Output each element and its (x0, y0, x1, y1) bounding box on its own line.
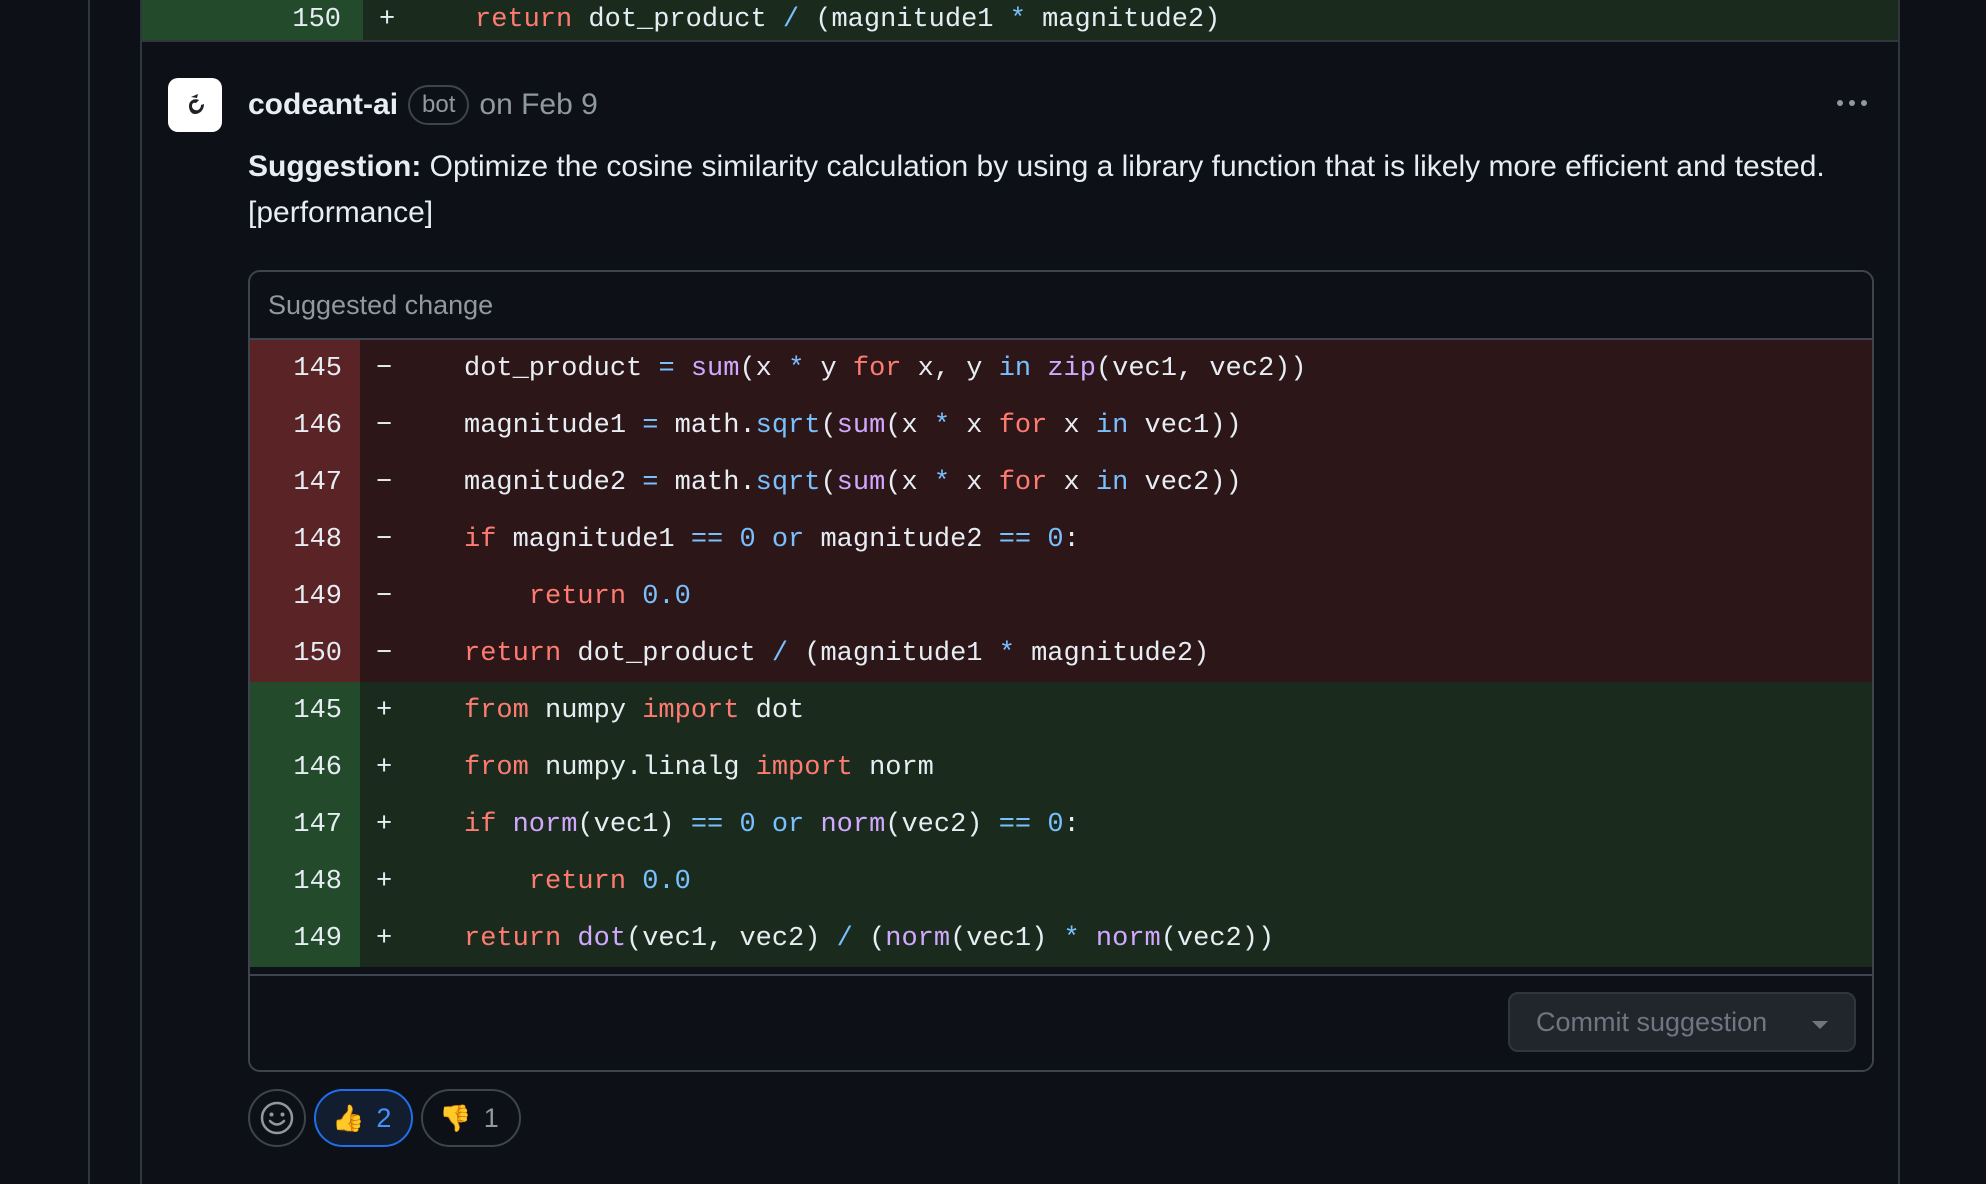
thumbs-up-icon: 👍 (332, 1102, 365, 1133)
diff-marker: + (379, 5, 396, 35)
comment-date[interactable]: on Feb 9 (479, 88, 597, 122)
diff-marker: − (376, 410, 393, 441)
review-thread: 150 + return dot_product / (magnitude1 *… (140, 0, 1900, 1184)
diff-line-removed: 146 − magnitude1 = math.sqrt(sum(x * x f… (250, 397, 1872, 454)
thumbs-down-icon: 👎 (439, 1102, 472, 1133)
reactions-bar: 👍 2 👎 1 (248, 1089, 521, 1147)
suggestion-label: Suggestion: (248, 150, 422, 183)
comment-body: Suggestion: Optimize the cosine similari… (248, 144, 1874, 236)
line-number: 146 (250, 397, 360, 454)
line-number: 150 (250, 625, 360, 682)
smiley-icon (260, 1101, 294, 1135)
commit-suggestion-label: Commit suggestion (1536, 1006, 1768, 1037)
code-line: magnitude1 = math.sqrt(sum(x * x for x i… (464, 410, 1242, 441)
line-number: 149 (250, 568, 360, 625)
line-number: 145 (250, 340, 360, 397)
diff-marker: + (376, 809, 393, 840)
comment-header: codeant-ai bot on Feb 9 (248, 84, 598, 126)
diff-context-row: 150 + return dot_product / (magnitude1 *… (142, 0, 1898, 42)
diff-marker: + (376, 923, 393, 954)
diff-marker: + (376, 866, 393, 897)
diff-marker: − (376, 638, 393, 669)
line-number: 148 (250, 853, 360, 910)
code-line: return dot_product / (magnitude1 * magni… (475, 5, 1221, 35)
diff-marker: − (376, 467, 393, 498)
thumbs-down-count: 1 (483, 1102, 499, 1133)
diff-line-added: 146 + from numpy.linalg import norm (250, 739, 1872, 796)
diff-line-added: 149 + return dot(vec1, vec2) / (norm(vec… (250, 910, 1872, 967)
diff-marker: − (376, 524, 393, 555)
code-line: if norm(vec1) == 0 or norm(vec2) == 0: (464, 809, 1080, 840)
thumbs-down-reaction[interactable]: 👎 1 (421, 1089, 521, 1147)
suggested-change-title: Suggested change (250, 272, 1872, 340)
line-number: 146 (250, 739, 360, 796)
code-line: from numpy import dot (464, 695, 805, 726)
triangle-down-icon[interactable] (1812, 1021, 1828, 1029)
diff-line-added: 147 + if norm(vec1) == 0 or norm(vec2) =… (250, 796, 1872, 853)
diff-marker: − (376, 353, 393, 384)
code-line: return 0.0 (528, 581, 691, 612)
timeline-rule (88, 0, 90, 1184)
more-options-button[interactable] (1830, 88, 1874, 118)
add-reaction-button[interactable] (248, 1089, 306, 1147)
diff-line-removed: 147 − magnitude2 = math.sqrt(sum(x * x f… (250, 454, 1872, 511)
bot-badge: bot (408, 85, 470, 125)
suggested-change-box: Suggested change 145 − dot_product = sum… (248, 270, 1874, 1072)
code-line: return 0.0 (528, 866, 691, 897)
line-number: 149 (250, 910, 360, 967)
diff-line-removed: 148 − if magnitude1 == 0 or magnitude2 =… (250, 511, 1872, 568)
line-number: 150 (142, 0, 363, 40)
kebab-horizontal-icon (1837, 100, 1843, 106)
diff-line-removed: 149 − return 0.0 (250, 568, 1872, 625)
line-number: 148 (250, 511, 360, 568)
avatar[interactable] (168, 78, 222, 132)
line-number: 147 (250, 796, 360, 853)
code-line: from numpy.linalg import norm (464, 752, 934, 783)
line-number: 147 (250, 454, 360, 511)
diff-line-added: 148 + return 0.0 (250, 853, 1872, 910)
author-link[interactable]: codeant-ai (248, 88, 398, 122)
code-line: return dot_product / (magnitude1 * magni… (464, 638, 1210, 669)
thumbs-up-reaction[interactable]: 👍 2 (314, 1089, 414, 1147)
thumbs-up-count: 2 (376, 1102, 392, 1133)
code-line: return dot(vec1, vec2) / (norm(vec1) * n… (464, 923, 1275, 954)
diff-marker: + (376, 695, 393, 726)
suggestion-footer: Commit suggestion (250, 974, 1872, 1070)
diff-marker: − (376, 581, 393, 612)
commit-suggestion-button[interactable]: Commit suggestion (1508, 992, 1856, 1052)
suggestion-text: Optimize the cosine similarity calculati… (248, 150, 1825, 229)
diff-line-removed: 150 − return dot_product / (magnitude1 *… (250, 625, 1872, 682)
code-line: dot_product = sum(x * y for x, y in zip(… (464, 353, 1307, 384)
code-line: if magnitude1 == 0 or magnitude2 == 0: (464, 524, 1080, 555)
page: 150 + return dot_product / (magnitude1 *… (0, 0, 1986, 1184)
code-line: magnitude2 = math.sqrt(sum(x * x for x i… (464, 467, 1242, 498)
line-number: 145 (250, 682, 360, 739)
diff-line-removed: 145 − dot_product = sum(x * y for x, y i… (250, 340, 1872, 397)
diff-marker: + (376, 752, 393, 783)
diff-line-added: 145 + from numpy import dot (250, 682, 1872, 739)
codeant-logo-icon (189, 94, 204, 114)
